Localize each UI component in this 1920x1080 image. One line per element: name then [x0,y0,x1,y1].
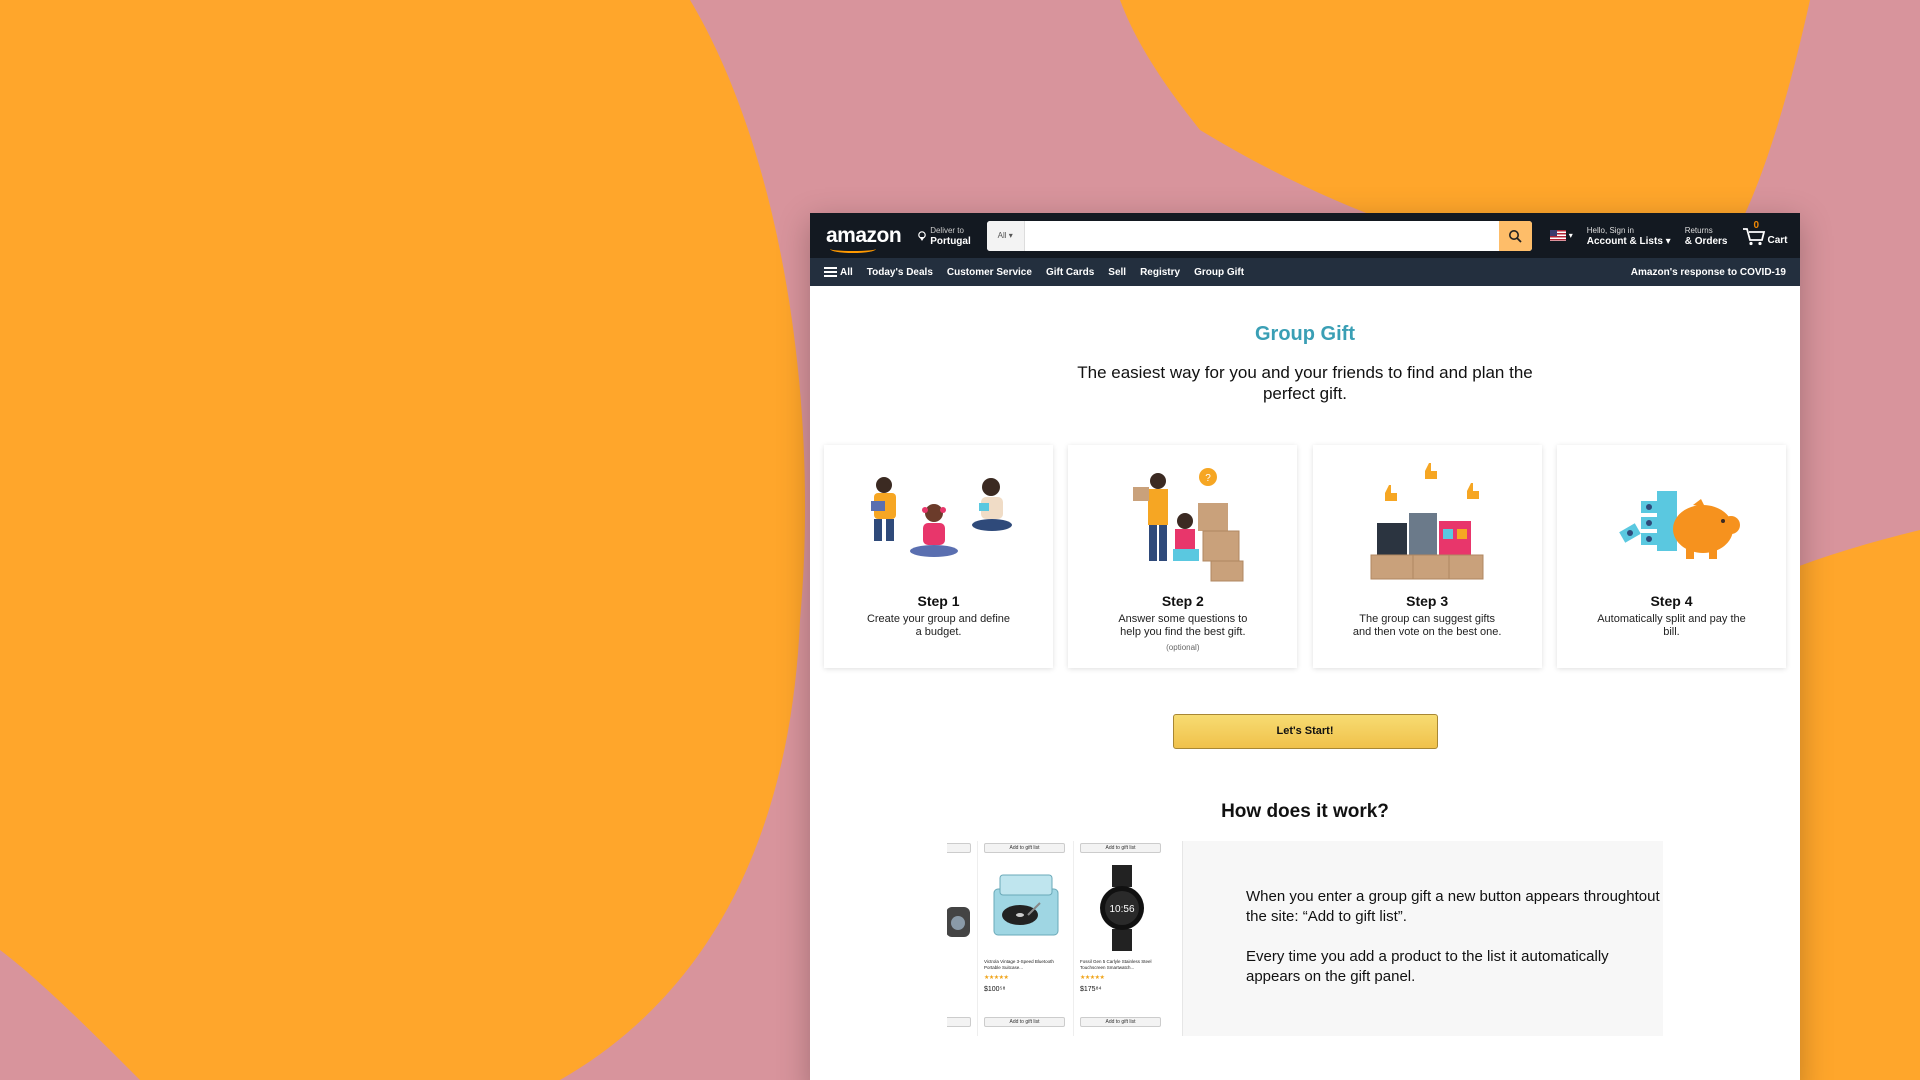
covid-link[interactable]: Amazon's response to COVID-19 [1631,267,1786,278]
page-subtitle: The easiest way for you and your friends… [1077,363,1533,403]
us-flag-icon [1549,230,1566,241]
step-card-1: Step 1 Create your group and define a bu… [824,445,1053,668]
nav-gift-cards[interactable]: Gift Cards [1046,267,1094,278]
search-input[interactable] [1024,220,1499,251]
search-icon [1509,229,1522,243]
language-selector[interactable]: ▾ [1549,230,1573,241]
product-card: Add to gift list Victrola Vintage 3-Spee… [977,841,1071,1036]
how-it-works-paragraph-2: Every time you add a product to the list… [1246,948,1609,985]
add-to-gift-list-button[interactable]: Add to gift list [984,843,1065,853]
steps-row: Step 1 Create your group and define a bu… [810,445,1800,668]
step-card-2: ? Step 2 Answer some questions to help y… [1068,445,1298,668]
add-to-gift-list-button[interactable]: Add to gift list [1080,843,1161,853]
piggy-bank-illustration [1619,491,1741,559]
product-name[interactable]: Fossil Gen 5 Carlyle Stainless Steel Tou… [1080,959,1160,971]
all-menu-button[interactable]: All [824,267,853,278]
lets-start-button[interactable]: Let's Start! [1172,714,1438,749]
add-to-gift-list-button[interactable]: Add to gift list [1080,1017,1161,1027]
deliver-to[interactable]: Deliver to Portugal [917,225,971,247]
step-title: Step 4 [1650,593,1693,609]
step-description: Answer some questions to help you find t… [1118,613,1248,638]
how-it-works-title: How does it work? [1221,801,1389,822]
nav-todays-deals[interactable]: Today's Deals [867,267,933,278]
location-pin-icon [918,230,926,241]
product-grid-preview: Add to gift list Victrola Vintage 3-Spee… [947,841,1183,1036]
returns-orders[interactable]: Returns & Orders [1685,225,1728,247]
question-boxes-illustration: ? [1132,468,1244,582]
step-card-3: Step 3 The group can suggest gifts and t… [1312,445,1542,668]
how-it-works-text: When you enter a group gift a new button… [1183,841,1663,1036]
browser-screenshot: amazon Deliver to Portugal All ▾ ▾ Hello… [810,213,1800,1080]
account-menu[interactable]: Hello, Sign in Account & Lists ▾ [1587,225,1671,247]
record-player-image [993,874,1059,936]
page-title: Group Gift [1255,323,1355,345]
search-bar: All ▾ [986,220,1532,251]
search-category-select[interactable]: All ▾ [986,220,1025,251]
deliver-label: Deliver to [930,225,964,235]
friends-group-illustration [870,477,1012,557]
amazon-logo[interactable]: amazon [820,224,907,253]
product-card-partial [947,841,977,1036]
cart-count: 0 [1753,219,1760,231]
product-name[interactable]: Victrola Vintage 3-Speed Bluetooth Porta… [984,959,1064,971]
nav-registry[interactable]: Registry [1140,267,1180,278]
how-it-works-paragraph-1: When you enter a group gift a new button… [1246,888,1660,925]
top-navbar: amazon Deliver to Portugal All ▾ ▾ Hello… [810,213,1800,258]
nav-customer-service[interactable]: Customer Service [947,267,1032,278]
product-rating: ★★★★★ [984,975,1009,981]
watch-time: 10:56 [1109,904,1134,915]
step-card-4: Step 4 Automatically split and pay the b… [1556,445,1786,668]
step-title: Step 1 [917,593,960,609]
product-price: $100⁵⁸ [984,986,1006,993]
nav-group-gift[interactable]: Group Gift [1194,267,1244,278]
step-description: Automatically split and pay the bill. [1597,613,1746,638]
speaker-icon [947,907,970,937]
step-note: (optional) [1166,643,1200,652]
hamburger-icon [824,267,837,277]
cart-label: Cart [1767,234,1788,246]
step-description: The group can suggest gifts and then vot… [1352,613,1502,638]
deliver-country: Portugal [930,235,971,247]
cart-button[interactable]: 0 Cart [1742,220,1788,246]
step-title: Step 2 [1161,593,1204,609]
search-button[interactable] [1498,220,1532,251]
svg-text:?: ? [1205,473,1211,484]
product-card: Add to gift list 10:56 Fossil Gen 5 Carl… [1073,841,1167,1036]
nav-sell[interactable]: Sell [1108,267,1126,278]
product-rating: ★★★★★ [1080,975,1105,981]
step-title: Step 3 [1406,593,1449,609]
gift-voting-illustration [1370,463,1484,580]
smartwatch-image: 10:56 [1100,865,1144,951]
step-description: Create your group and define a budget. [866,613,1011,638]
sub-navbar: All Today's Deals Customer Service Gift … [810,258,1800,286]
add-to-gift-list-button[interactable]: Add to gift list [984,1017,1065,1027]
product-price: $175⁸⁴ [1080,986,1102,993]
how-it-works-panel: Add to gift list Victrola Vintage 3-Spee… [947,841,1663,1036]
